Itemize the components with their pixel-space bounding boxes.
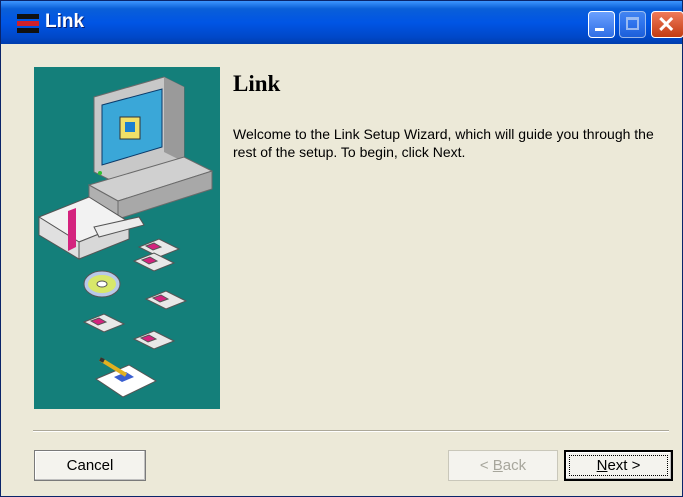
back-button-prefix: < <box>479 457 493 474</box>
divider <box>33 430 669 432</box>
minimize-icon <box>595 28 604 31</box>
close-icon: ✕ <box>657 12 676 37</box>
next-button[interactable]: Next > <box>564 450 673 481</box>
back-button-access-key: B <box>492 457 503 474</box>
maximize-button[interactable] <box>619 11 646 38</box>
focus-rectangle <box>569 455 668 476</box>
back-button[interactable]: < Back <box>448 450 558 481</box>
title-bar[interactable]: Link ✕ <box>1 1 683 44</box>
wizard-side-panel <box>34 67 220 409</box>
close-button[interactable]: ✕ <box>651 11 683 38</box>
window-title: Link <box>45 11 85 32</box>
cancel-button[interactable]: Cancel <box>34 450 146 481</box>
maximize-icon <box>626 17 639 30</box>
minimize-button[interactable] <box>588 11 615 38</box>
wizard-heading: Link <box>233 71 281 96</box>
pencil-paper-icon <box>94 357 158 398</box>
welcome-text: Welcome to the Link Setup Wizard, which … <box>233 126 654 160</box>
back-button-label: ack <box>502 457 527 474</box>
setup-wizard-window: Link ✕ Link Welcome to the Link Setup Wi… <box>0 0 683 497</box>
app-icon <box>17 14 39 33</box>
